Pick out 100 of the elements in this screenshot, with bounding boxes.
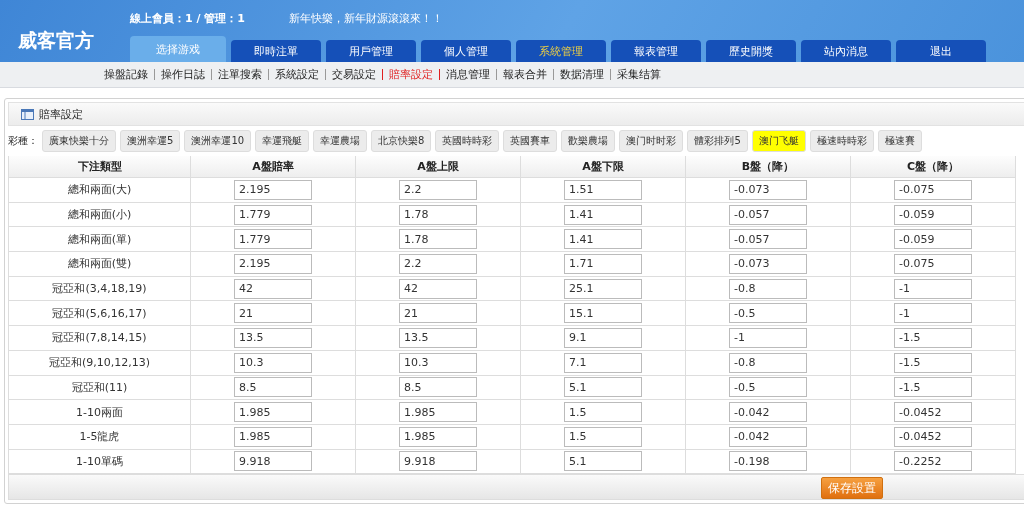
lottery-tab[interactable]: 澳洲幸運5	[120, 130, 181, 152]
odds-input[interactable]: 21	[399, 303, 477, 324]
nav-tab[interactable]: 用戶管理	[326, 40, 416, 62]
odds-input[interactable]: -1	[894, 278, 972, 299]
odds-input[interactable]: 8.5	[399, 377, 477, 398]
odds-input[interactable]: -0.059	[894, 204, 972, 225]
sub-nav-link[interactable]: 操盤記錄	[104, 67, 148, 82]
odds-input[interactable]: 7.1	[564, 352, 642, 373]
lottery-tab[interactable]: 歡樂農場	[561, 130, 616, 152]
table-cell: 冠亞和(3,4,18,19)	[9, 276, 191, 302]
odds-input[interactable]: -1	[729, 327, 807, 348]
odds-input[interactable]: -0.5	[729, 377, 807, 398]
odds-input[interactable]: 5.1	[564, 377, 642, 398]
odds-input[interactable]: -0.042	[729, 402, 807, 423]
lottery-tab[interactable]: 北京快樂8	[371, 130, 432, 152]
nav-tab[interactable]: 報表管理	[611, 40, 701, 62]
lottery-tab[interactable]: 英國賽車	[503, 130, 558, 152]
sub-nav-link[interactable]: 操作日誌	[161, 67, 205, 82]
lottery-tab[interactable]: 體彩排列5	[687, 130, 748, 152]
odds-input[interactable]: 1.41	[564, 204, 642, 225]
odds-input[interactable]: 9.918	[399, 451, 477, 472]
odds-input[interactable]: -0.0452	[894, 426, 972, 447]
odds-input[interactable]: 1.985	[399, 426, 477, 447]
table-cell: 總和兩面(大)	[9, 178, 191, 203]
odds-input[interactable]: -0.8	[729, 352, 807, 373]
odds-input[interactable]: 2.2	[399, 253, 477, 274]
odds-input[interactable]: 1.78	[399, 229, 477, 250]
odds-input[interactable]: -0.075	[894, 253, 972, 274]
lottery-tab[interactable]: 幸運農場	[313, 130, 368, 152]
odds-input[interactable]: -1	[894, 303, 972, 324]
odds-input[interactable]: 1.985	[234, 426, 312, 447]
sub-nav-link[interactable]: 注單搜索	[218, 67, 262, 82]
odds-input[interactable]: 1.41	[564, 229, 642, 250]
odds-input[interactable]: 10.3	[234, 352, 312, 373]
sub-nav-link[interactable]: 采集结算	[617, 67, 661, 82]
odds-input[interactable]: -0.073	[729, 253, 807, 274]
lottery-tab[interactable]: 極速賽	[877, 130, 922, 152]
lottery-tab[interactable]: 廣東快樂十分	[42, 130, 116, 152]
odds-input[interactable]: 1.985	[234, 402, 312, 423]
odds-input[interactable]: -0.5	[729, 303, 807, 324]
odds-input[interactable]: 42	[234, 278, 312, 299]
odds-input[interactable]: 9.918	[234, 451, 312, 472]
odds-input[interactable]: 15.1	[564, 303, 642, 324]
nav-tab[interactable]: 退出	[896, 40, 986, 62]
lottery-tab[interactable]: 英國時時彩	[435, 130, 500, 152]
odds-input[interactable]: -0.073	[729, 179, 807, 200]
odds-input[interactable]: 1.5	[564, 402, 642, 423]
nav-tab[interactable]: 站內消息	[801, 40, 891, 62]
lottery-tab[interactable]: 澳洲幸運10	[184, 130, 252, 152]
odds-input[interactable]: 2.195	[234, 179, 312, 200]
table-cell: 總和兩面(雙)	[9, 252, 191, 277]
odds-input[interactable]: 5.1	[564, 451, 642, 472]
odds-input[interactable]: 13.5	[399, 327, 477, 348]
odds-input[interactable]: 42	[399, 278, 477, 299]
odds-input[interactable]: 1.779	[234, 229, 312, 250]
odds-input[interactable]: -0.8	[729, 278, 807, 299]
odds-input[interactable]: -0.075	[894, 179, 972, 200]
odds-input[interactable]: -0.042	[729, 426, 807, 447]
odds-input[interactable]: 9.1	[564, 327, 642, 348]
table-cell: 1-10兩面	[9, 400, 191, 425]
odds-input[interactable]: 21	[234, 303, 312, 324]
odds-input[interactable]: 25.1	[564, 278, 642, 299]
odds-input[interactable]: 13.5	[234, 327, 312, 348]
odds-input[interactable]: 2.2	[399, 179, 477, 200]
nav-tab[interactable]: 個人管理	[421, 40, 511, 62]
sub-nav-link[interactable]: 報表合并	[503, 67, 547, 82]
lottery-tab[interactable]: 澳门时时彩	[619, 130, 684, 152]
nav-tab[interactable]: 即時注單	[231, 40, 321, 62]
odds-input[interactable]: 1.985	[399, 402, 477, 423]
odds-input[interactable]: -1.5	[894, 352, 972, 373]
lottery-tab[interactable]: 澳门飞艇	[751, 130, 806, 152]
nav-tab[interactable]: 歷史開獎	[706, 40, 796, 62]
odds-input[interactable]: -0.0452	[894, 402, 972, 423]
odds-input[interactable]: -1.5	[894, 377, 972, 398]
odds-input[interactable]: -1.5	[894, 327, 972, 348]
window-icon	[21, 108, 34, 120]
odds-input[interactable]: 1.779	[234, 204, 312, 225]
panel-title: 賠率設定	[39, 106, 83, 122]
odds-input[interactable]: -0.057	[729, 229, 807, 250]
odds-input[interactable]: 10.3	[399, 352, 477, 373]
sub-nav-link[interactable]: 賠率設定	[389, 67, 433, 82]
sub-nav-link[interactable]: 消息管理	[446, 67, 490, 82]
nav-tab[interactable]: 系統管理	[516, 40, 606, 62]
table-cell: 總和兩面(單)	[9, 227, 191, 253]
sub-nav-link[interactable]: 交易設定	[332, 67, 376, 82]
odds-input[interactable]: 2.195	[234, 253, 312, 274]
odds-input[interactable]: -0.2252	[894, 451, 972, 472]
lottery-tab[interactable]: 幸運飛艇	[255, 130, 310, 152]
odds-input[interactable]: 8.5	[234, 377, 312, 398]
odds-input[interactable]: -0.198	[729, 451, 807, 472]
lottery-tab[interactable]: 極速時時彩	[809, 130, 874, 152]
online-count: 線上會員：1 / 管理：1	[130, 10, 245, 26]
odds-input[interactable]: -0.059	[894, 229, 972, 250]
sub-nav-link[interactable]: 系統設定	[275, 67, 319, 82]
odds-input[interactable]: -0.057	[729, 204, 807, 225]
odds-input[interactable]: 1.51	[564, 179, 642, 200]
odds-input[interactable]: 1.5	[564, 426, 642, 447]
sub-nav-link[interactable]: 数据清理	[560, 67, 604, 82]
odds-input[interactable]: 1.71	[564, 253, 642, 274]
odds-input[interactable]: 1.78	[399, 204, 477, 225]
